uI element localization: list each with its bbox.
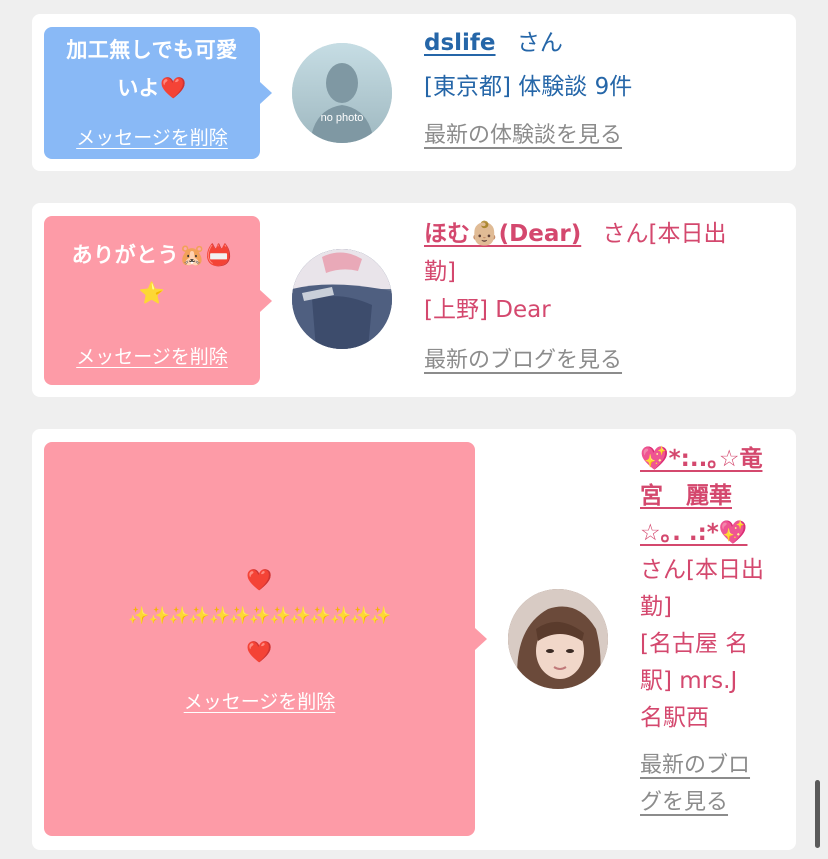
latest-blog-link[interactable]: 最新のブロ グを見る [640, 747, 790, 821]
user-info: dslife さん [東京都] 体験談 9件 最新の体験談を見る [424, 24, 784, 155]
user-name-line: 💖*:..｡☆竜 [640, 446, 763, 472]
message-text-line: いよ❤️ [117, 76, 187, 100]
sparkles-line: ✨✨✨✨✨✨✨✨✨✨✨✨✨ [128, 606, 391, 626]
latest-review-link[interactable]: 最新の体験談を見る [424, 117, 622, 155]
user-name-link[interactable]: dslife [424, 30, 496, 56]
message-bubble: 加工無しでも可愛 いよ❤️ メッセージを削除 [44, 27, 272, 159]
delete-message-link[interactable]: メッセージを削除 [44, 342, 260, 369]
user-suffix-cont: 勤] [424, 259, 456, 285]
delete-message-link[interactable]: メッセージを削除 [44, 123, 260, 150]
message-text-line: ありがとう🐹📛 [71, 243, 233, 267]
avatar-no-photo[interactable]: no photo [292, 43, 392, 143]
scrollbar[interactable] [815, 780, 820, 848]
svg-text:no photo: no photo [321, 112, 364, 124]
message-card: ❤️ ✨✨✨✨✨✨✨✨✨✨✨✨✨ ❤️ メッセージを削除 💖*:..｡☆竜 宮 … [32, 429, 796, 850]
message-bubble: ありがとう🐹📛 ⭐ メッセージを削除 [44, 216, 272, 385]
user-area-line: 名駅西 [640, 705, 709, 731]
user-name-link[interactable]: 💖*:..｡☆竜 宮 麗華 ☆｡. .:*💖 [640, 441, 790, 552]
user-suffix: さん[本日出 [640, 557, 764, 583]
user-area: [上野] Dear [424, 297, 551, 323]
link-line: グを見る [640, 790, 729, 815]
user-area-line: [名古屋 名 [640, 631, 749, 657]
message-card: 加工無しでも可愛 いよ❤️ メッセージを削除 no photo dslife さ… [32, 14, 796, 171]
link-line: 最新のブロ [640, 753, 751, 778]
heart-line: ❤️ [246, 640, 273, 664]
user-info: ほむ👶🏼(Dear) さん[本日出 勤] [上野] Dear 最新のブログを見る [424, 215, 794, 380]
user-suffix-cont: 勤] [640, 594, 672, 620]
user-name-line: 宮 麗華 [640, 483, 732, 509]
delete-message-link[interactable]: メッセージを削除 [44, 687, 475, 714]
user-name-link[interactable]: ほむ👶🏼(Dear) [424, 221, 581, 247]
avatar-photo[interactable] [508, 589, 608, 689]
message-text-line: ⭐ [138, 281, 166, 305]
user-suffix: さん [516, 30, 563, 56]
heart-line: ❤️ [246, 568, 273, 592]
latest-blog-link[interactable]: 最新のブログを見る [424, 342, 622, 380]
person-silhouette-icon: no photo [292, 43, 392, 143]
user-suffix: さん[本日出 [602, 221, 727, 247]
message-bubble: ❤️ ✨✨✨✨✨✨✨✨✨✨✨✨✨ ❤️ メッセージを削除 [44, 442, 487, 836]
user-area: [東京都] 体験談 9件 [424, 74, 633, 100]
message-card: ありがとう🐹📛 ⭐ メッセージを削除 ほむ👶🏼(Dear) さん[本日出 勤] … [32, 203, 796, 397]
message-text-line: 加工無しでも可愛 [66, 38, 238, 62]
user-info: 💖*:..｡☆竜 宮 麗華 ☆｡. .:*💖 さん[本日出 勤] [名古屋 名 … [640, 441, 790, 821]
avatar-photo[interactable] [292, 249, 392, 349]
profile-photo-image [508, 589, 608, 689]
user-name-line: ☆｡. .:*💖 [640, 520, 748, 546]
user-area-line: 駅] mrs.J [640, 668, 738, 694]
profile-photo-image [292, 249, 392, 349]
